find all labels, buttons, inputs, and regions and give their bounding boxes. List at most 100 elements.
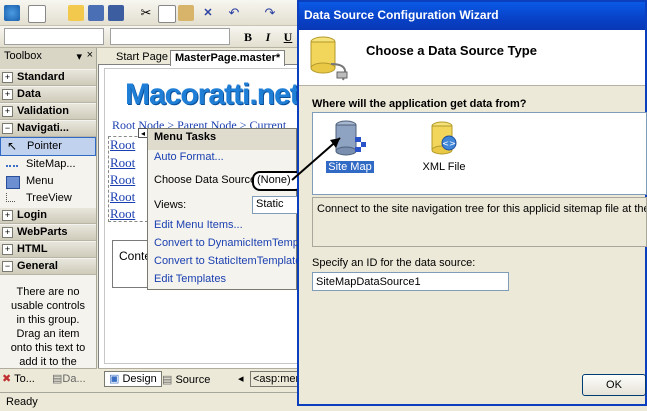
auto-format-link[interactable]: Auto Format... bbox=[154, 151, 224, 163]
toolbox-title-bar: Toolbox ▾ × bbox=[0, 48, 96, 69]
category-label: Data bbox=[17, 88, 41, 100]
annotation-arrow bbox=[291, 137, 341, 181]
collapse-icon: − bbox=[2, 260, 13, 272]
save-all-icon[interactable] bbox=[108, 5, 124, 21]
block-format-combo[interactable] bbox=[4, 28, 104, 45]
toolbox-panel: Toolbox ▾ × + Standard + Data + Validation … bbox=[0, 48, 97, 368]
toolbox-tab-label: To... bbox=[14, 373, 35, 385]
dialog-title: Data Source Configuration Wizard bbox=[304, 8, 499, 22]
menu-root-item[interactable]: Root bbox=[110, 137, 135, 153]
choose-data-source-label: Choose Data Source: bbox=[154, 174, 260, 186]
menu-icon bbox=[6, 176, 20, 189]
cut-icon[interactable]: ✂ bbox=[138, 5, 154, 21]
toolbox-category-navigation[interactable]: − Navigati... bbox=[0, 121, 96, 137]
save-icon[interactable] bbox=[88, 5, 104, 21]
category-label: General bbox=[17, 260, 58, 272]
tag-nav-left-icon[interactable]: ◂ bbox=[238, 372, 244, 385]
status-text: Ready bbox=[6, 396, 38, 408]
toolbox-category-webparts[interactable]: + WebParts bbox=[0, 225, 96, 241]
expand-icon: + bbox=[2, 243, 13, 255]
menu-root-item[interactable]: Root bbox=[110, 189, 135, 205]
menu-root-item[interactable]: Root bbox=[110, 206, 135, 222]
type-item-xml-file[interactable]: <> XML File bbox=[413, 117, 475, 177]
edit-menu-items-link[interactable]: Edit Menu Items... bbox=[154, 219, 243, 231]
source-label: Source bbox=[175, 374, 211, 386]
toolbox-bottom-tabs: ✖ To... ▤Da... bbox=[0, 368, 97, 390]
toolbox-category-general[interactable]: − General bbox=[0, 259, 96, 275]
open-folder-icon[interactable] bbox=[68, 5, 84, 21]
toolbox-item-treeview[interactable]: TreeView bbox=[0, 190, 96, 207]
toolbox-item-menu[interactable]: Menu bbox=[0, 173, 96, 190]
formatting-toolbar: B I U bbox=[0, 26, 300, 48]
toolbox-tab-icon: ✖ bbox=[2, 373, 12, 385]
toolbox-category-data[interactable]: + Data bbox=[0, 87, 96, 103]
toolbox-category-standard[interactable]: + Standard bbox=[0, 70, 96, 86]
toolbox-item-label: Menu bbox=[26, 175, 54, 187]
category-label: Login bbox=[17, 209, 47, 221]
design-icon: ▣ bbox=[109, 373, 120, 385]
data-source-type-list[interactable]: Site Map <> XML File bbox=[312, 112, 647, 195]
tab-masterpage[interactable]: MasterPage.master* bbox=[170, 50, 286, 66]
undo-icon[interactable]: ↶ bbox=[226, 5, 242, 21]
tab-start-page[interactable]: Start Page bbox=[112, 50, 172, 65]
expand-icon: + bbox=[2, 88, 13, 100]
toolbox-item-pointer[interactable]: ↖ Pointer bbox=[0, 137, 96, 156]
data-source-wizard-dialog: Data Source Configuration Wizard Choose … bbox=[297, 0, 647, 406]
category-label: Validation bbox=[17, 105, 69, 117]
toolbox-item-label: SiteMap... bbox=[26, 158, 76, 170]
datasources-tab[interactable]: ▤Da... bbox=[52, 372, 86, 385]
expand-icon: + bbox=[2, 71, 13, 83]
design-label: Design bbox=[122, 373, 157, 385]
edit-templates-link[interactable]: Edit Templates bbox=[154, 273, 226, 285]
close-icon[interactable]: × bbox=[87, 49, 93, 61]
toolbox-item-label: Pointer bbox=[27, 140, 62, 152]
expand-icon: + bbox=[2, 226, 13, 238]
toolbox-category-login[interactable]: + Login bbox=[0, 208, 96, 224]
underline-button[interactable]: U bbox=[280, 29, 296, 45]
menu-tasks-title: Menu Tasks bbox=[148, 129, 296, 150]
menu-root-item[interactable]: Root bbox=[110, 155, 135, 171]
ok-button[interactable]: OK bbox=[582, 374, 646, 396]
font-combo[interactable] bbox=[110, 28, 230, 45]
data-source-icon bbox=[310, 36, 348, 81]
paste-icon[interactable] bbox=[178, 5, 194, 21]
new-item-icon[interactable] bbox=[28, 5, 46, 23]
bold-button[interactable]: B bbox=[240, 29, 256, 45]
italic-button[interactable]: I bbox=[260, 29, 276, 45]
category-label: HTML bbox=[17, 243, 48, 255]
category-label: Navigati... bbox=[17, 122, 69, 134]
wizard-header: Choose a Data Source Type bbox=[299, 30, 645, 86]
menu-root-item[interactable]: Root bbox=[110, 172, 135, 188]
data-source-id-input[interactable] bbox=[312, 272, 509, 291]
delete-icon[interactable]: ✕ bbox=[200, 5, 216, 21]
data-source-question: Where will the application get data from… bbox=[312, 98, 527, 110]
svg-text:<>: <> bbox=[442, 139, 455, 148]
source-view-button[interactable]: ▤ Source bbox=[162, 373, 210, 386]
views-label: Views: bbox=[154, 199, 187, 211]
view-tabs: ▣ Design ▤ Source ◂ <asp:men bbox=[98, 368, 305, 390]
toolbox-item-label: TreeView bbox=[26, 192, 72, 204]
toolbox-tab[interactable]: ✖ To... bbox=[2, 372, 35, 385]
database-icon: ▤ bbox=[52, 373, 63, 385]
category-label: Standard bbox=[17, 71, 65, 83]
standard-toolbar: ✂ ✕ ↶ ↷ bbox=[0, 0, 300, 26]
category-label: WebParts bbox=[17, 226, 68, 238]
expand-icon: + bbox=[2, 209, 13, 221]
wizard-heading: Choose a Data Source Type bbox=[366, 43, 537, 58]
views-value: Static bbox=[256, 198, 284, 210]
collapse-icon: − bbox=[2, 122, 13, 134]
views-dropdown[interactable]: Static bbox=[252, 196, 301, 214]
toolbox-category-html[interactable]: + HTML bbox=[0, 242, 96, 258]
convert-static-template-link[interactable]: Convert to StaticItemTemplate bbox=[154, 255, 301, 267]
convert-dynamic-template-link[interactable]: Convert to DynamicItemTemplate bbox=[154, 237, 317, 249]
web-icon[interactable] bbox=[4, 5, 20, 21]
copy-icon[interactable] bbox=[158, 5, 176, 23]
toolbox-category-validation[interactable]: + Validation bbox=[0, 104, 96, 120]
dialog-title-bar[interactable]: Data Source Configuration Wizard bbox=[299, 2, 645, 30]
menu-tasks-panel: Menu Tasks Auto Format... Choose Data So… bbox=[147, 128, 317, 290]
toolbox-item-sitemappath[interactable]: SiteMap... bbox=[0, 156, 96, 173]
data-source-description: Connect to the site navigation tree for … bbox=[312, 197, 647, 247]
redo-icon[interactable]: ↷ bbox=[262, 5, 278, 21]
design-view-button[interactable]: ▣ Design bbox=[104, 371, 162, 387]
pin-icon[interactable]: ▾ bbox=[76, 50, 82, 63]
